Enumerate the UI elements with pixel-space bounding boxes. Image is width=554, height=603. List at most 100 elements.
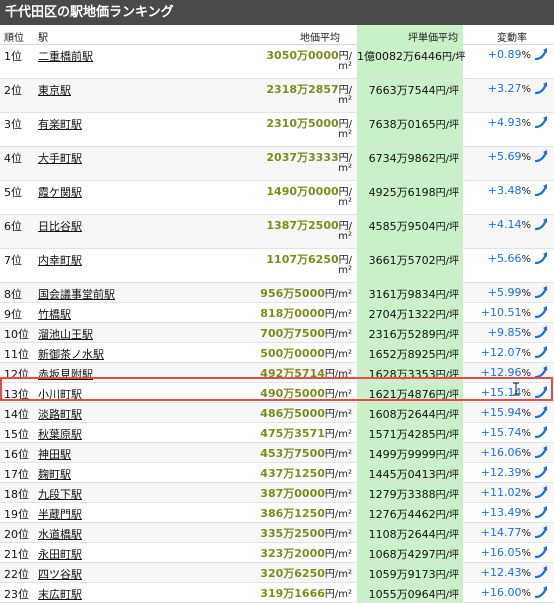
price-unit: 円/m²: [324, 369, 352, 380]
tsubo-unit: 円/坪: [435, 120, 459, 131]
tsubo-cell: 7663万7544円/坪: [357, 79, 463, 112]
station-link[interactable]: 霞ケ関駅: [38, 184, 82, 200]
station-link[interactable]: 小川町駅: [38, 386, 82, 402]
tsubo-cell: 1445万0413円/坪: [357, 463, 463, 482]
change-unit: %: [521, 528, 531, 539]
tsubo-value: 1608万2644: [368, 408, 436, 421]
text-cursor-icon: [513, 382, 519, 396]
header-rank: 順位: [4, 33, 24, 44]
table-row: 9位 竹橋駅 818万0000円/m² 2704万1322円/坪 +10.51%: [0, 303, 554, 323]
price-unit: 円/m²: [324, 409, 352, 420]
station-link[interactable]: 赤坂見附駅: [38, 366, 93, 382]
change-cell: +3.27%: [465, 82, 531, 95]
station-link[interactable]: 竹橋駅: [38, 306, 71, 322]
price-unit: 円/m²: [324, 509, 352, 520]
price-value: 2310万5000: [266, 117, 339, 130]
price-value: 387万0000: [260, 487, 325, 500]
station-link[interactable]: 水道橋駅: [38, 526, 82, 542]
price-value: 3050万0000: [266, 49, 339, 62]
rank-label: 1位: [4, 50, 22, 63]
station-link[interactable]: 麹町駅: [38, 466, 71, 482]
change-cell: +16.00%: [465, 586, 531, 599]
rank-label: 21位: [4, 548, 29, 561]
price-cell: 2318万2857円/m²: [180, 81, 352, 106]
change-value: +3.27: [487, 82, 522, 95]
price-unit: 円/m²: [324, 309, 352, 320]
station-link[interactable]: 末広町駅: [38, 586, 82, 602]
price-unit: 円/m²: [324, 489, 352, 500]
station-link[interactable]: 国会議事堂前駅: [38, 286, 115, 302]
price-cell: 320万6250円/m²: [180, 565, 352, 581]
tsubo-value: 1108万2644: [368, 528, 436, 541]
station-link[interactable]: 九段下駅: [38, 486, 82, 502]
change-value: +4.14: [487, 218, 522, 231]
trend-up-icon: [535, 306, 548, 319]
price-unit: 円/m²: [324, 289, 352, 300]
change-unit: %: [521, 254, 531, 265]
change-unit: %: [521, 448, 531, 459]
station-link[interactable]: 日比谷駅: [38, 218, 82, 234]
price-value: 320万6250: [260, 567, 325, 580]
station-link[interactable]: 四ツ谷駅: [38, 566, 82, 582]
station-link[interactable]: 神田駅: [38, 446, 71, 462]
tsubo-cell: 2316万5289円/坪: [357, 323, 463, 342]
station-link[interactable]: 秋葉原駅: [38, 426, 82, 442]
station-link[interactable]: 二重橋前駅: [38, 48, 93, 64]
station-link[interactable]: 新御茶ノ水駅: [38, 346, 104, 362]
tsubo-value: 4585万9504: [368, 220, 436, 233]
header-tsubo: 坪単価平均: [408, 33, 458, 44]
price-cell: 486万5000円/m²: [180, 405, 352, 421]
station-link[interactable]: 淡路町駅: [38, 406, 82, 422]
page-title: 千代田区の駅地価ランキング: [0, 0, 554, 25]
tsubo-cell: 1108万2644円/坪: [357, 523, 463, 542]
tsubo-unit: 円/坪: [435, 310, 459, 321]
table-row: 13位 小川町駅 490万5000円/m² 1621万4876円/坪 +15.14%: [0, 383, 554, 403]
station-link[interactable]: 半蔵門駅: [38, 506, 82, 522]
price-cell: 2310万5000円/m²: [180, 115, 352, 140]
station-link[interactable]: 永田町駅: [38, 546, 82, 562]
station-link[interactable]: 内幸町駅: [38, 252, 82, 268]
tsubo-value: 7638万0165: [368, 118, 436, 131]
tsubo-cell: 1652万8925円/坪: [357, 343, 463, 362]
change-value: +12.39: [480, 466, 522, 479]
tsubo-cell: 1059万9173円/坪: [357, 563, 463, 582]
station-link[interactable]: 有楽町駅: [38, 116, 82, 132]
tsubo-value: 1059万9173: [368, 568, 436, 581]
change-value: +3.48: [487, 184, 522, 197]
ranking-table: 1位 二重橋前駅 3050万0000円/m² 1億0082万6446円/坪 +0.89%…: [0, 45, 554, 603]
tsubo-value: 3661万5702: [368, 254, 436, 267]
change-value: +16.00: [480, 586, 522, 599]
tsubo-value: 1571万4285: [368, 428, 436, 441]
change-unit: %: [521, 348, 531, 359]
tsubo-value: 4925万6198: [368, 186, 436, 199]
change-value: +9.85: [487, 326, 522, 339]
change-unit: %: [521, 220, 531, 231]
change-value: +10.51: [480, 306, 522, 319]
rank-label: 18位: [4, 488, 29, 501]
price-unit: 円/m²: [324, 549, 352, 560]
price-value: 453万7500: [260, 447, 325, 460]
table-row: 4位 大手町駅 2037万3333円/m² 6734万9862円/坪 +5.69%: [0, 147, 554, 181]
tsubo-cell: 1621万4876円/坪: [357, 383, 463, 402]
change-value: +16.05: [480, 546, 522, 559]
price-value: 475万3571: [260, 427, 325, 440]
tsubo-unit: 円/坪: [435, 470, 459, 481]
trend-up-icon: [535, 566, 548, 579]
change-value: +15.94: [480, 406, 522, 419]
station-link[interactable]: 大手町駅: [38, 150, 82, 166]
trend-up-icon: [535, 586, 548, 599]
price-value: 818万0000: [260, 307, 325, 320]
station-link[interactable]: 溜池山王駅: [38, 326, 93, 342]
trend-up-icon: [535, 326, 548, 339]
change-value: +4.93: [487, 116, 522, 129]
price-value: 319万1666: [260, 587, 325, 600]
price-cell: 490万5000円/m²: [180, 385, 352, 401]
change-value: +11.02: [480, 486, 522, 499]
station-link[interactable]: 東京駅: [38, 82, 71, 98]
table-row: 18位 九段下駅 387万0000円/m² 1279万3388円/坪 +11.02%: [0, 483, 554, 503]
change-unit: %: [521, 152, 531, 163]
tsubo-unit: 円/坪: [435, 86, 459, 97]
tsubo-cell: 3161万9834円/坪: [357, 283, 463, 302]
tsubo-value: 1445万0413: [368, 468, 436, 481]
trend-up-icon: [535, 252, 548, 265]
